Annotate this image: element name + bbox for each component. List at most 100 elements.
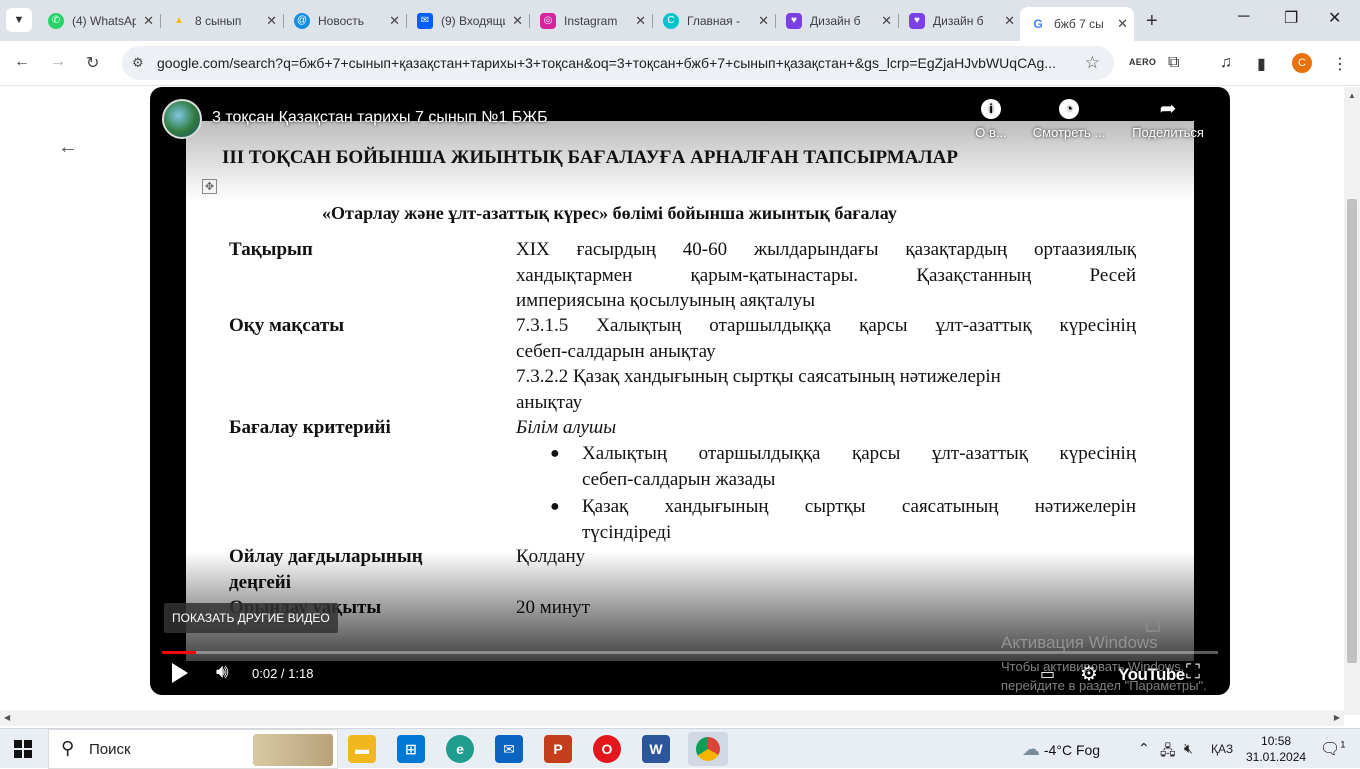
word-icon[interactable]: W	[642, 735, 670, 763]
aero-extension-icon[interactable]: AERO	[1129, 57, 1156, 67]
tab-instagram[interactable]: ◎ Instagram ✕	[530, 7, 653, 34]
close-icon[interactable]: ✕	[1117, 16, 1128, 32]
mail-app-icon[interactable]: ✉	[495, 735, 523, 763]
search-highlight-image	[253, 734, 333, 766]
address-bar[interactable]: ⚙ google.com/search?q=бжб+7+сынып+қазақс…	[122, 46, 1114, 80]
file-explorer-icon[interactable]: ▬	[348, 735, 376, 763]
network-icon[interactable]: 🖧︎	[1160, 740, 1176, 764]
bullet-icon: ●	[550, 445, 560, 462]
taskbar-search[interactable]: ⚲ Поиск	[48, 729, 338, 769]
topic-value: ХІХ ғасырдың 40-60 жылдарындағы қазақтар…	[516, 239, 1136, 311]
heart-icon: ♥	[786, 12, 802, 29]
chrome-icon[interactable]	[688, 732, 728, 766]
tab-bar: ▼ ✆ (4) WhatsApp ✕ ▲ 8 сынып ✕ @ Новость…	[0, 0, 1360, 41]
close-icon[interactable]: ✕	[512, 13, 523, 29]
tab-glavnaya[interactable]: C Главная - ✕	[653, 7, 776, 34]
opera-icon[interactable]: O	[593, 735, 621, 763]
forward-button[interactable]: →	[50, 53, 66, 71]
tab-search-button[interactable]: ▼	[6, 8, 32, 32]
back-arrow-icon[interactable]: ←	[58, 136, 78, 159]
language-indicator[interactable]: ҚАЗ	[1211, 742, 1233, 756]
bullet-icon: ●	[550, 498, 560, 515]
canva-icon: C	[663, 12, 679, 29]
goal-value: 7.3.1.5 Халықтың отаршылдыққа қарсы ұлт-…	[516, 315, 1136, 413]
chevron-down-icon: ▼	[13, 14, 25, 26]
windows-activation-watermark: Активация Windows Чтобы активировать Win…	[1001, 633, 1207, 693]
new-tab-button[interactable]: +	[1146, 10, 1158, 33]
reload-button[interactable]: ↻	[86, 53, 99, 73]
topic-label: Тақырып	[229, 239, 313, 260]
edge-icon[interactable]: e	[446, 735, 474, 763]
search-icon: ⚲	[61, 738, 75, 758]
close-icon[interactable]: ✕	[266, 13, 277, 29]
close-icon[interactable]: ✕	[758, 13, 769, 29]
close-icon[interactable]: ✕	[143, 13, 154, 29]
microsoft-store-icon[interactable]: ⊞	[397, 735, 425, 763]
close-icon[interactable]: ✕	[389, 13, 400, 29]
notification-center-icon[interactable]: 🗨︎1	[1320, 739, 1345, 759]
close-window-button[interactable]: ✕	[1328, 8, 1341, 28]
show-hidden-icons-icon[interactable]: ⌃	[1138, 740, 1150, 757]
criteria-item-2: Қазақ хандығының сыртқы саясатының нәтиж…	[582, 496, 1136, 543]
menu-icon[interactable]: ⋮	[1332, 54, 1348, 74]
thinking-value: Қолдану	[516, 546, 586, 567]
mail-ru-icon: @	[294, 12, 310, 29]
extensions-icon[interactable]: ⧉	[1168, 54, 1179, 72]
weather-widget[interactable]: ☁ -4°C Fog	[1022, 739, 1100, 760]
scroll-right-icon[interactable]: ▶	[1334, 713, 1340, 722]
google-drive-icon: ▲	[174, 15, 184, 26]
tab-8-synyp[interactable]: ▲ 8 сынып ✕	[161, 7, 284, 34]
scroll-up-icon[interactable]: ▲	[1348, 91, 1356, 100]
scroll-left-icon[interactable]: ◀	[4, 713, 10, 722]
document-subtitle: «Отарлау және ұлт-азаттық күрес» бөлімі …	[322, 203, 897, 223]
tab-inbox[interactable]: ✉ (9) Входящие ✕	[407, 7, 530, 34]
criteria-label: Бағалау критерийі	[229, 417, 391, 438]
goal-label: Оқу мақсаты	[229, 315, 345, 336]
start-button[interactable]	[14, 740, 32, 758]
volume-icon[interactable]: 🔊︎	[216, 661, 229, 684]
minimize-button[interactable]: ─	[1238, 8, 1249, 26]
system-clock[interactable]: 10:58 31.01.2024	[1246, 733, 1306, 765]
channel-avatar[interactable]	[162, 99, 202, 139]
horizontal-scrollbar[interactable]: ◀ ▶	[0, 710, 1344, 726]
tab-novost[interactable]: @ Новость ✕	[284, 7, 407, 34]
bookmark-star-icon[interactable]: ☆	[1085, 53, 1100, 73]
site-info-icon[interactable]: ⚙	[132, 55, 144, 71]
play-icon[interactable]	[172, 663, 188, 683]
info-icon: i	[981, 99, 1001, 119]
back-button[interactable]: ←	[14, 53, 30, 71]
video-title[interactable]: 3 тоқсан Қазақстан тарихы 7 сынып №1 БЖБ	[212, 109, 548, 127]
close-icon[interactable]: ✕	[1004, 13, 1015, 29]
cloud-icon: ☁	[1022, 739, 1040, 759]
powerpoint-icon[interactable]: P	[544, 735, 572, 763]
progress-played	[162, 651, 196, 654]
vertical-scrollbar[interactable]: ▲	[1344, 87, 1360, 715]
profile-avatar[interactable]: C	[1292, 53, 1312, 73]
tab-bzhb-active[interactable]: G бжб 7 сы ✕	[1020, 7, 1134, 41]
media-controls-icon[interactable]: ♫	[1220, 54, 1232, 72]
more-videos-button[interactable]: ПОКАЗАТЬ ДРУГИЕ ВИДЕО	[164, 603, 338, 633]
side-panel-icon[interactable]: ▮	[1257, 54, 1266, 74]
windows-taskbar: ⚲ Поиск ▬ ⊞ e ✉ P O W ☁ -4°C Fog ⌃ 🖧︎ 🔇︎…	[0, 728, 1360, 769]
watch-later-button[interactable]: ◔ Смотреть ...	[1014, 99, 1124, 140]
tab-dizain-2[interactable]: ♥ Дизайн б ✕	[899, 7, 1021, 34]
close-icon[interactable]: ✕	[635, 13, 646, 29]
heart-icon: ♥	[909, 12, 925, 29]
share-arrow-icon: ➦	[1159, 98, 1177, 120]
url-text[interactable]: google.com/search?q=бжб+7+сынып+қазақста…	[157, 55, 1077, 71]
thinking-label: Ойлау дағдыларының деңгейі	[229, 546, 423, 593]
video-player[interactable]: ІІІ ТОҚСАН БОЙЫНША ЖИЫНТЫҚ БАҒАЛАУҒА АРН…	[150, 87, 1230, 695]
sound-muted-icon[interactable]: 🔇︎	[1184, 740, 1193, 757]
share-button[interactable]: ➦ Поделиться	[1113, 99, 1223, 140]
clock-icon: ◔	[1059, 99, 1079, 119]
time-value: 20 минут	[516, 597, 590, 618]
restore-button[interactable]: ❐	[1284, 8, 1298, 28]
instagram-icon: ◎	[540, 12, 556, 29]
tab-dizain-1[interactable]: ♥ Дизайн б ✕	[776, 7, 899, 34]
whatsapp-icon: ✆	[48, 12, 64, 29]
scrollbar-thumb[interactable]	[1347, 199, 1357, 663]
document-page: ІІІ ТОҚСАН БОЙЫНША ЖИЫНТЫҚ БАҒАЛАУҒА АРН…	[186, 121, 1194, 661]
criteria-item-1: Халықтың отаршылдыққа қарсы ұлт-азаттық …	[582, 443, 1136, 490]
tab-whatsapp[interactable]: ✆ (4) WhatsApp ✕	[38, 7, 161, 34]
close-icon[interactable]: ✕	[881, 13, 892, 29]
